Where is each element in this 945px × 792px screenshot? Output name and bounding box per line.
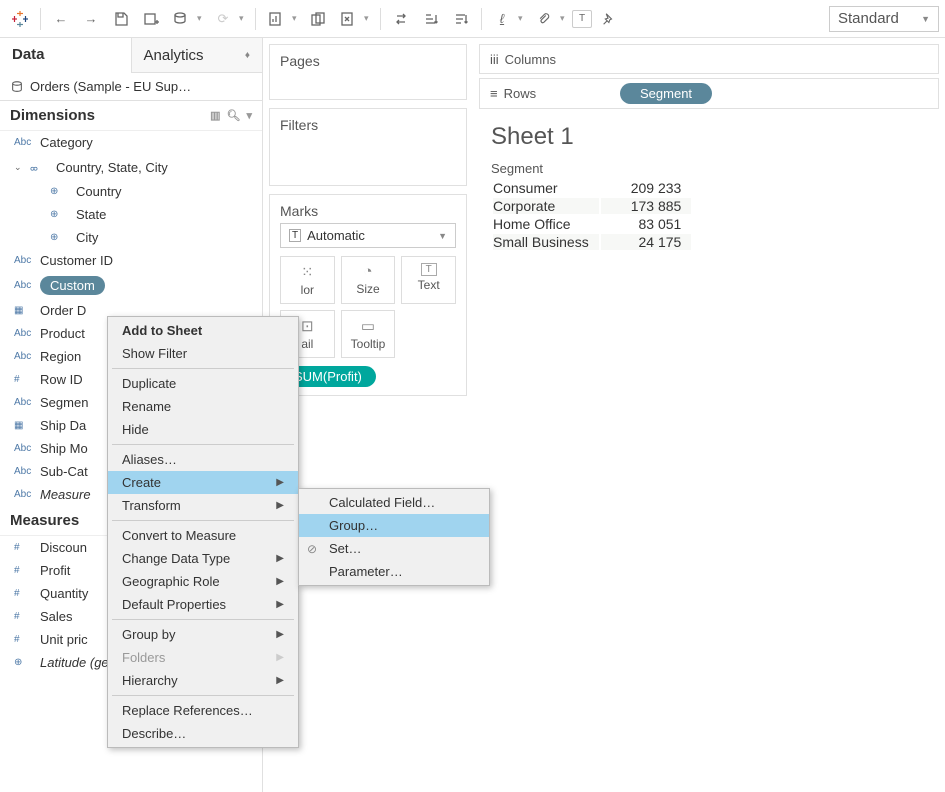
marks-size[interactable]: ◔Size [341, 256, 396, 304]
highlight-icon[interactable]: ℓ [488, 5, 516, 33]
new-worksheet-icon[interactable] [262, 5, 290, 33]
sheet-view: Sheet 1 Segment Consumer209 233 Corporate… [479, 113, 939, 262]
refresh-icon[interactable]: ⟳ [209, 5, 237, 33]
table-row[interactable]: Consumer209 233 [493, 180, 691, 196]
field-customer-id[interactable]: AbcCustomer ID [0, 249, 262, 272]
ctx-replace-refs[interactable]: Replace References… [108, 699, 298, 722]
attach-icon[interactable] [530, 5, 558, 33]
field-country[interactable]: ⊕Country [0, 180, 262, 203]
ctx-change-type[interactable]: Change Data Type▶ [108, 547, 298, 570]
field-country-state-city[interactable]: ⌄ᢁCountry, State, City [0, 154, 262, 180]
pages-card[interactable]: Pages [269, 44, 467, 100]
view-area: iiiColumns ≡Rows Segment Sheet 1 Segment… [473, 38, 945, 792]
table-row[interactable]: Home Office83 051 [493, 216, 691, 232]
new-data-icon[interactable] [137, 5, 165, 33]
ctx-group-by[interactable]: Group by▶ [108, 623, 298, 646]
dropdown-icon[interactable]: ▾ [239, 13, 249, 24]
field-city[interactable]: ⊕City [0, 226, 262, 249]
search-icon[interactable]: 🔍︎ [227, 109, 241, 122]
set-icon: ⊘ [307, 542, 317, 556]
fit-label: Standard [838, 10, 899, 27]
sort-asc-icon[interactable] [417, 5, 445, 33]
pin-icon[interactable] [594, 5, 622, 33]
dropdown-icon[interactable]: ▾ [560, 13, 570, 24]
connect-icon[interactable] [167, 5, 195, 33]
ctx-hierarchy[interactable]: Hierarchy▶ [108, 669, 298, 692]
ctx-convert[interactable]: Convert to Measure [108, 524, 298, 547]
rows-icon: ≡ [490, 86, 498, 101]
sort-desc-icon[interactable] [447, 5, 475, 33]
swap-icon[interactable] [387, 5, 415, 33]
rows-pill-segment[interactable]: Segment [620, 83, 712, 104]
subctx-set[interactable]: ⊘Set… [299, 537, 489, 560]
subctx-parameter[interactable]: Parameter… [299, 560, 489, 583]
dropdown-icon[interactable]: ▾ [364, 13, 374, 24]
back-icon[interactable]: ← [47, 5, 75, 33]
subctx-group[interactable]: Group… [299, 514, 489, 537]
dropdown-icon[interactable]: ▾ [292, 13, 302, 24]
ctx-rename[interactable]: Rename [108, 395, 298, 418]
filters-title: Filters [280, 117, 456, 133]
view-icon[interactable]: ▥ [210, 109, 220, 122]
toolbar: ← → ▾ ⟳ ▾ ▾ ▾ ℓ ▾ ▾ T Standard ▼ [0, 0, 945, 38]
subctx-calc-field[interactable]: Calculated Field… [299, 491, 489, 514]
sheet-title[interactable]: Sheet 1 [491, 123, 927, 151]
duplicate-icon[interactable] [304, 5, 332, 33]
ctx-create[interactable]: Create▶ [108, 471, 298, 494]
ctx-describe[interactable]: Describe… [108, 722, 298, 745]
marks-type-dropdown[interactable]: TAutomatic ▼ [280, 223, 456, 248]
ctx-add-to-sheet[interactable]: Add to Sheet [108, 319, 298, 342]
datasource-label: Orders (Sample - EU Sup… [30, 79, 191, 94]
marks-title: Marks [280, 203, 456, 219]
ctx-aliases[interactable]: Aliases… [108, 448, 298, 471]
menu-icon[interactable]: ▾ [246, 109, 252, 122]
fit-dropdown[interactable]: Standard ▼ [829, 6, 939, 32]
dropdown-icon[interactable]: ▾ [197, 13, 207, 24]
ctx-transform[interactable]: Transform▶ [108, 494, 298, 517]
ctx-duplicate[interactable]: Duplicate [108, 372, 298, 395]
table-row[interactable]: Small Business24 175 [493, 234, 691, 250]
table-row[interactable]: Corporate173 885 [493, 198, 691, 214]
filters-card[interactable]: Filters [269, 108, 467, 186]
columns-shelf[interactable]: iiiColumns [479, 44, 939, 74]
save-icon[interactable] [107, 5, 135, 33]
marks-tooltip[interactable]: ▭Tooltip [341, 310, 396, 358]
datasource-item[interactable]: Orders (Sample - EU Sup… [0, 73, 262, 101]
pages-title: Pages [280, 53, 456, 69]
ctx-geo-role[interactable]: Geographic Role▶ [108, 570, 298, 593]
field-state[interactable]: ⊕State [0, 203, 262, 226]
tableau-logo-icon[interactable] [6, 5, 34, 33]
columns-icon: iii [490, 52, 499, 67]
marks-color[interactable]: ⁙lor [280, 256, 335, 304]
dimensions-header: Dimensions ▥ 🔍︎ ▾ [0, 101, 262, 131]
field-category[interactable]: AbcCategory [0, 131, 262, 154]
ctx-folders: Folders▶ [108, 646, 298, 669]
data-table: Consumer209 233 Corporate173 885 Home Offi… [491, 178, 693, 252]
ctx-show-filter[interactable]: Show Filter [108, 342, 298, 365]
rows-shelf[interactable]: ≡Rows Segment [479, 78, 939, 109]
ctx-default-props[interactable]: Default Properties▶ [108, 593, 298, 616]
labels-icon[interactable]: T [572, 10, 592, 28]
tab-analytics[interactable]: Analytics♦ [131, 38, 263, 72]
create-submenu: Calculated Field… Group… ⊘Set… Parameter… [298, 488, 490, 586]
datasource-icon [10, 80, 24, 94]
forward-icon[interactable]: → [77, 5, 105, 33]
tab-data[interactable]: Data [0, 38, 131, 73]
field-custom[interactable]: AbcCustom [0, 272, 262, 299]
sheet-col-header: Segment [491, 161, 927, 176]
field-context-menu: Add to Sheet Show Filter Duplicate Renam… [107, 316, 299, 748]
ctx-hide[interactable]: Hide [108, 418, 298, 441]
marks-text[interactable]: TText [401, 256, 456, 304]
clear-icon[interactable] [334, 5, 362, 33]
dropdown-icon[interactable]: ▾ [518, 13, 528, 24]
